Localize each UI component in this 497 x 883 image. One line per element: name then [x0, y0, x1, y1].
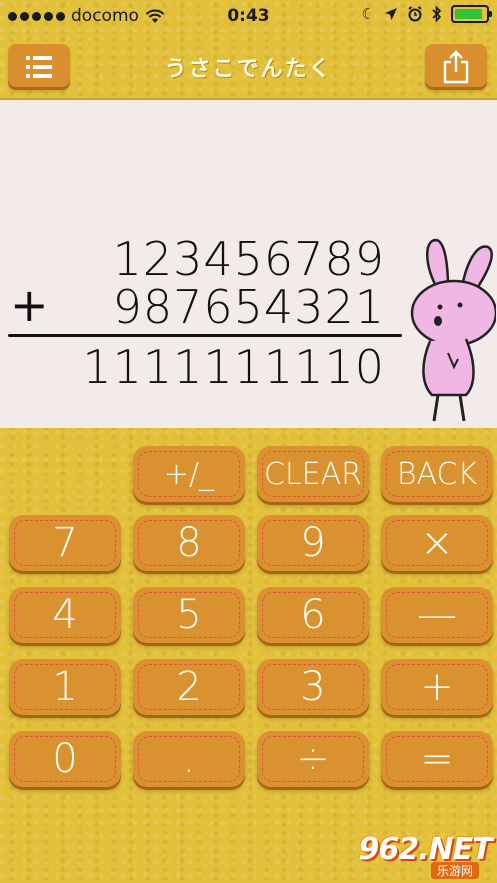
key-label: +	[420, 664, 454, 710]
digit-2-key[interactable]: 2	[133, 659, 245, 715]
operand-a: 123456789	[112, 232, 385, 286]
sum-line	[8, 334, 402, 337]
status-bar: docomo 0:43 ☾	[0, 0, 497, 34]
location-arrow-icon	[385, 8, 397, 20]
watermark-main: 962.NET	[358, 831, 492, 867]
plus-minus-key[interactable]: +/_	[133, 446, 245, 502]
result-value: 1111111110	[82, 340, 385, 394]
decimal-key[interactable]: .	[133, 731, 245, 787]
navigation-bar: うさこでんたく	[0, 34, 497, 100]
multiply-key[interactable]: ×	[381, 515, 493, 571]
bluetooth-icon	[432, 6, 442, 22]
watermark-sub: 乐游网	[430, 861, 479, 879]
battery-level-fill	[455, 9, 482, 19]
key-label: 1	[52, 664, 78, 710]
key-label: 9	[300, 520, 326, 566]
key-label: 0	[52, 736, 78, 782]
digit-1-key[interactable]: 1	[9, 659, 121, 715]
keypad: +/_ CLEAR BACK 7 8 9 × 4 5 6 — 1 2 3 + 0…	[0, 428, 497, 883]
back-key[interactable]: BACK	[381, 446, 493, 502]
digit-8-key[interactable]: 8	[133, 515, 245, 571]
operator-sign: +	[10, 278, 49, 332]
digit-0-key[interactable]: 0	[9, 731, 121, 787]
digit-9-key[interactable]: 9	[257, 515, 369, 571]
digit-3-key[interactable]: 3	[257, 659, 369, 715]
alarm-clock-icon	[408, 6, 422, 22]
plus-key[interactable]: +	[381, 659, 493, 715]
key-label: =	[420, 736, 454, 782]
operand-b: 987654321	[112, 280, 385, 334]
key-label: +/_	[163, 456, 215, 492]
digit-7-key[interactable]: 7	[9, 515, 121, 571]
key-label: 4	[52, 592, 78, 638]
digit-6-key[interactable]: 6	[257, 587, 369, 643]
moon-icon: ☾	[361, 5, 375, 23]
key-label: —	[417, 592, 457, 638]
digit-5-key[interactable]: 5	[133, 587, 245, 643]
key-label: .	[182, 736, 196, 782]
minus-key[interactable]: —	[381, 587, 493, 643]
calculator-display: 123456789 + 987654321 1111111110	[0, 100, 497, 428]
key-label: 6	[300, 592, 326, 638]
equals-key[interactable]: =	[381, 731, 493, 787]
share-icon	[443, 50, 469, 84]
key-label: CLEAR	[264, 456, 362, 492]
app-title: うさこでんたく	[164, 57, 333, 82]
battery-icon	[451, 5, 492, 23]
key-label: 7	[52, 520, 78, 566]
status-right: ☾	[361, 5, 492, 23]
bunny-mascot-icon	[410, 238, 496, 422]
key-label: 3	[300, 664, 326, 710]
clear-key[interactable]: CLEAR	[257, 446, 369, 502]
key-label: 8	[176, 520, 202, 566]
key-label: 2	[176, 664, 202, 710]
key-label: ×	[420, 520, 454, 566]
digit-4-key[interactable]: 4	[9, 587, 121, 643]
key-label: 5	[176, 592, 202, 638]
divide-key[interactable]: ÷	[257, 731, 369, 787]
share-button[interactable]	[425, 44, 487, 90]
site-watermark: 962.NET 乐游网	[358, 831, 493, 879]
key-label: ÷	[296, 736, 330, 782]
key-label: BACK	[396, 456, 478, 492]
